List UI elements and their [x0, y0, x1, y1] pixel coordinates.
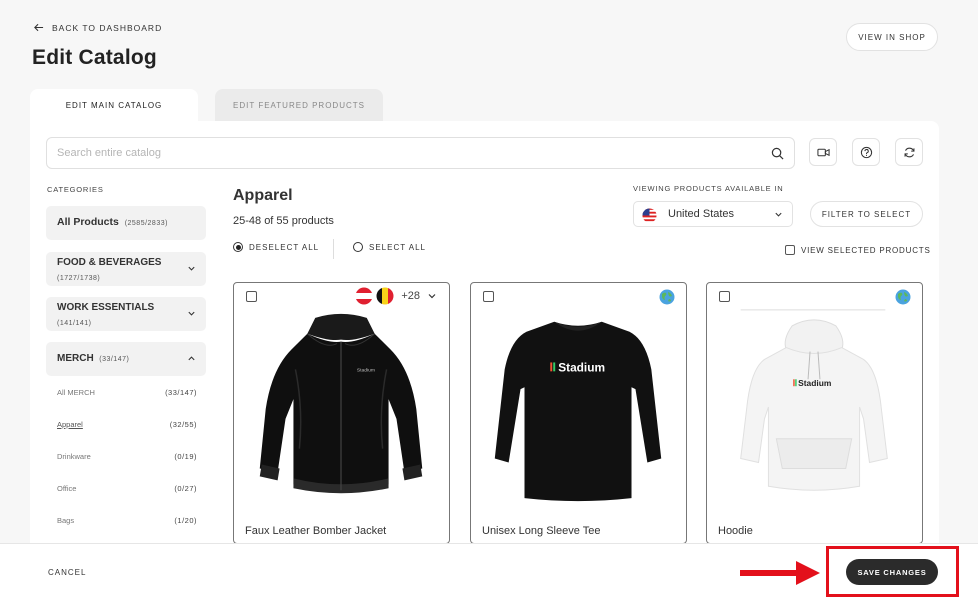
- subcategory-count: (1/20): [174, 516, 197, 525]
- subcategory-label: Office: [57, 484, 77, 493]
- subcategory-count: (32/55): [169, 420, 197, 429]
- subcategory-apparel[interactable]: Apparel (32/55): [57, 420, 197, 429]
- view-in-shop-button[interactable]: VIEW IN SHOP: [846, 23, 938, 51]
- chevron-down-icon: [188, 311, 195, 316]
- help-button[interactable]: [852, 138, 880, 166]
- product-checkbox[interactable]: [483, 291, 494, 302]
- product-name: Faux Leather Bomber Jacket: [245, 525, 387, 537]
- chevron-up-icon: [188, 356, 195, 361]
- category-label: All Products: [57, 216, 119, 228]
- subcategory-office[interactable]: Office (0/27): [57, 484, 197, 493]
- chevron-down-icon: [775, 212, 782, 217]
- divider: [333, 239, 334, 259]
- view-selected-label: VIEW SELECTED PRODUCTS: [801, 245, 931, 255]
- deselect-all-radio[interactable]: DESELECT ALL: [233, 242, 319, 252]
- product-card[interactable]: Stadium Hoodie: [706, 282, 923, 544]
- tab-edit-main-catalog[interactable]: EDIT MAIN CATALOG: [30, 89, 198, 121]
- product-brand: Stadium: [558, 360, 605, 374]
- category-work-essentials[interactable]: WORK ESSENTIALS (141/141): [46, 297, 206, 331]
- availability-flags[interactable]: +28: [355, 287, 437, 305]
- tab-edit-featured-products[interactable]: EDIT FEATURED PRODUCTS: [215, 89, 383, 121]
- product-image-long-sleeve-tee: Stadium: [494, 321, 662, 502]
- product-image-hoodie: Stadium: [740, 309, 888, 491]
- product-card[interactable]: Stadium Unisex Long Sleeve Tee: [470, 282, 687, 544]
- footer-bar: CANCEL SAVE CHANGES: [0, 543, 978, 600]
- back-to-dashboard-link[interactable]: BACK TO DASHBOARD: [33, 22, 162, 33]
- category-all-products[interactable]: All Products (2585/2833): [46, 206, 206, 240]
- refresh-button[interactable]: [895, 138, 923, 166]
- refresh-icon: [904, 147, 914, 157]
- filter-to-select-button[interactable]: FILTER TO SELECT: [810, 201, 923, 227]
- search-bar: [46, 137, 795, 169]
- svg-text:Stadium: Stadium: [357, 367, 375, 373]
- category-label: FOOD & BEVERAGES: [57, 257, 162, 268]
- subcategory-count: (0/27): [174, 484, 197, 493]
- subcategory-bags[interactable]: Bags (1/20): [57, 516, 197, 525]
- radio-unselected-icon: [353, 242, 363, 252]
- subcategory-count: (0/19): [174, 452, 197, 461]
- viewing-products-label: VIEWING PRODUCTS AVAILABLE IN: [633, 184, 784, 193]
- country-name: United States: [668, 208, 735, 220]
- subcategory-drinkware[interactable]: Drinkware (0/19): [57, 452, 197, 461]
- product-name: Unisex Long Sleeve Tee: [482, 525, 601, 537]
- categories-heading: CATEGORIES: [47, 185, 104, 194]
- help-icon: [860, 146, 872, 158]
- product-checkbox[interactable]: [246, 291, 257, 302]
- product-brand: Stadium: [798, 378, 831, 388]
- view-selected-products-toggle[interactable]: VIEW SELECTED PRODUCTS: [785, 245, 931, 255]
- subcategory-label: All MERCH: [57, 388, 95, 397]
- page-header: BACK TO DASHBOARD Edit Catalog VIEW IN S…: [0, 0, 978, 90]
- us-flag-icon: [642, 208, 657, 223]
- category-count: (33/147): [99, 356, 130, 363]
- category-count: (2585/2833): [124, 220, 168, 227]
- belgium-flag-icon: [376, 287, 394, 305]
- select-all-radio[interactable]: SELECT ALL: [353, 242, 426, 252]
- checkbox-icon: [785, 245, 795, 255]
- save-changes-button[interactable]: SAVE CHANGES: [846, 559, 938, 585]
- section-title: Apparel: [233, 187, 293, 204]
- page-title: Edit Catalog: [32, 46, 157, 69]
- category-merch[interactable]: MERCH (33/147): [46, 342, 206, 376]
- country-select[interactable]: United States: [633, 201, 793, 227]
- category-food-beverages[interactable]: FOOD & BEVERAGES (1727/1738): [46, 252, 206, 286]
- austria-flag-icon: [355, 287, 373, 305]
- product-name: Hoodie: [718, 525, 753, 537]
- back-label: BACK TO DASHBOARD: [52, 22, 163, 33]
- category-label: MERCH: [57, 353, 94, 364]
- video-button[interactable]: [809, 138, 837, 166]
- globe-icon[interactable]: [659, 289, 675, 305]
- arrow-right-icon: [740, 561, 820, 585]
- more-countries-count: +28: [401, 290, 420, 302]
- deselect-all-label: DESELECT ALL: [249, 242, 320, 252]
- globe-icon[interactable]: [895, 289, 911, 305]
- product-card[interactable]: +28 Stadium Faux Leather Bomber Jacket: [233, 282, 450, 544]
- subcategory-count: (33/147): [165, 388, 197, 397]
- catalog-panel: CATEGORIES All Products (2585/2833) FOOD…: [30, 121, 939, 600]
- subcategory-label: Drinkware: [57, 452, 91, 461]
- category-label: WORK ESSENTIALS: [57, 302, 155, 313]
- subcategory-label: Apparel: [57, 420, 83, 429]
- product-checkbox[interactable]: [719, 291, 730, 302]
- category-count: (1727/1738): [57, 275, 101, 282]
- search-input[interactable]: [47, 138, 794, 168]
- category-count: (141/141): [57, 320, 92, 327]
- subcategory-label: Bags: [57, 516, 75, 525]
- cancel-button[interactable]: CANCEL: [48, 568, 86, 577]
- subcategory-all-merch[interactable]: All MERCH (33/147): [57, 388, 197, 397]
- chevron-down-icon: [188, 266, 195, 271]
- search-icon[interactable]: [771, 147, 784, 160]
- product-image-bomber-jacket: Stadium: [259, 313, 423, 494]
- video-icon: [816, 148, 830, 156]
- chevron-down-icon: [428, 294, 436, 299]
- arrow-left-icon: [34, 23, 44, 32]
- product-range: 25-48 of 55 products: [233, 215, 334, 227]
- select-all-label: SELECT ALL: [369, 242, 426, 252]
- radio-selected-icon: [233, 242, 243, 252]
